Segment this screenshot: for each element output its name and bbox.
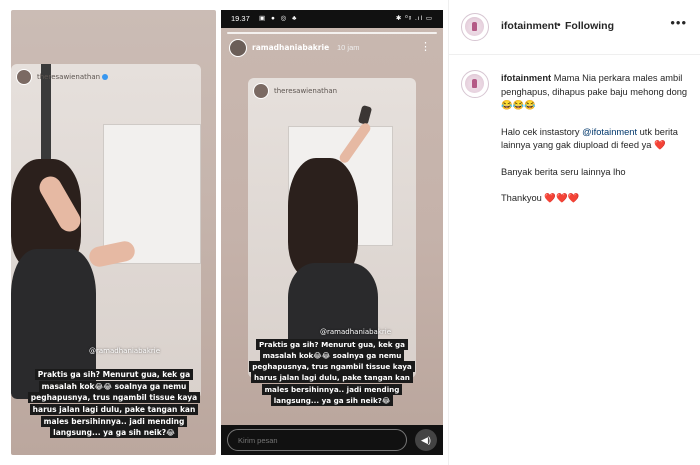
instagram-post-view: theresawienathan @ramadhaniabakrie Prakt… [0, 0, 700, 465]
notification-icons: ▣ ● ◎ ♣ [259, 15, 299, 22]
speaker-icon[interactable]: ◀) [415, 429, 437, 451]
story-time-ago: 10 jam [337, 43, 360, 52]
repost-username: theresawienathan [37, 73, 109, 81]
post-caption: ifotainment Mama Nia perkara males ambil… [501, 72, 691, 219]
account-username-link[interactable]: ifotainment [501, 20, 558, 32]
caption-text: Halo cek instastory [501, 126, 583, 137]
caption-line: langsung... ya ga sih neik?😂 [50, 427, 178, 439]
post-sidebar: ifotainment • Following ••• ifotainment … [448, 0, 700, 465]
caption-line: males bersihinnya.. jadi mending [40, 415, 188, 427]
avatar-image [465, 17, 484, 36]
repost-card: theresawienathan @ramadhaniabakrie [11, 64, 201, 399]
signal-battery-icons: ✱ ⁰ᵍ .ıl ▭ [395, 15, 433, 22]
caption-line: harus jalan lagi dulu, pake tangan kan [251, 372, 413, 384]
caption-line: langsung... ya ga sih neik?😂 [270, 394, 394, 406]
story-username[interactable]: ramadhaniabakrie [252, 43, 329, 52]
mention-sticker: @ramadhaniabakrie [320, 328, 392, 336]
caption-paragraph: ifotainment Mama Nia perkara males ambil… [501, 72, 691, 113]
mention-link[interactable]: @ifotainment [582, 127, 637, 137]
caption-paragraph: Banyak berita seru lainnya lho [501, 166, 691, 180]
separator-dot: • [557, 19, 561, 31]
send-message-input[interactable] [227, 429, 407, 451]
repost-avatar [253, 83, 269, 99]
story-progress-bar [227, 32, 437, 34]
story-reply-bar: ◀) [221, 425, 443, 455]
more-options-icon[interactable]: ••• [670, 15, 687, 30]
story-header: ramadhaniabakrie 10 jam ⋮ [227, 37, 437, 59]
post-header: ifotainment • Following ••• [449, 0, 700, 55]
caption-paragraph: Halo cek instastory @ifotainment utk ber… [501, 126, 691, 153]
caption-text: Banyak berita seru lainnya lho [501, 166, 626, 177]
caption-line: peghapusnya, trus ngambil tissue kaya [249, 361, 415, 373]
following-button[interactable]: Following [565, 20, 614, 32]
caption-text: Thankyou ❤️❤️❤️ [501, 193, 580, 203]
caption-avatar[interactable] [461, 70, 489, 98]
caption-paragraph: Thankyou ❤️❤️❤️ [501, 192, 691, 206]
person-arm-right [87, 239, 137, 269]
post-media[interactable]: theresawienathan @ramadhaniabakrie Prakt… [0, 0, 448, 465]
caption-username-link[interactable]: ifotainment [501, 73, 551, 83]
story-repost-card: theresawienathan @ramadhaniabakrie [248, 78, 416, 378]
mention-sticker: @ramadhaniabakrie [89, 347, 161, 355]
story-caption-text: Praktis ga sih? Menurut gua, kek ga masa… [237, 339, 427, 406]
caption-line: Praktis ga sih? Menurut gua, kek ga [34, 369, 194, 380]
more-options-icon[interactable]: ⋮ [420, 40, 431, 53]
repost-avatar [16, 69, 32, 85]
caption-line: males bersihinnya.. jadi mending [261, 383, 403, 395]
avatar-image [465, 74, 484, 93]
caption-line: masalah kok😂😂 soalnya ga nemu [259, 350, 405, 362]
caption-line: Praktis ga sih? Menurut gua, kek ga [255, 339, 409, 350]
account-avatar[interactable] [461, 13, 489, 41]
verified-badge-icon [102, 74, 109, 80]
caption-line: peghapusnya, trus ngambil tissue kaya [27, 392, 201, 404]
caption-line: harus jalan lagi dulu, pake tangan kan [29, 403, 199, 415]
repost-username: theresawienathan [274, 87, 338, 95]
right-story-screenshot: 19.37 ▣ ● ◎ ♣ ✱ ⁰ᵍ .ıl ▭ ramadhaniabakri… [221, 10, 443, 455]
phone-status-bar: 19.37 ▣ ● ◎ ♣ ✱ ⁰ᵍ .ıl ▭ [221, 10, 443, 28]
caption-line: masalah kok😂😂 soalnya ga nemu [38, 380, 190, 392]
status-time: 19.37 [231, 14, 250, 23]
story-caption-text: Praktis ga sih? Menurut gua, kek ga masa… [15, 369, 213, 439]
story-avatar[interactable] [229, 39, 247, 57]
person-hair [288, 158, 358, 278]
left-story-image: theresawienathan @ramadhaniabakrie Prakt… [11, 10, 216, 455]
